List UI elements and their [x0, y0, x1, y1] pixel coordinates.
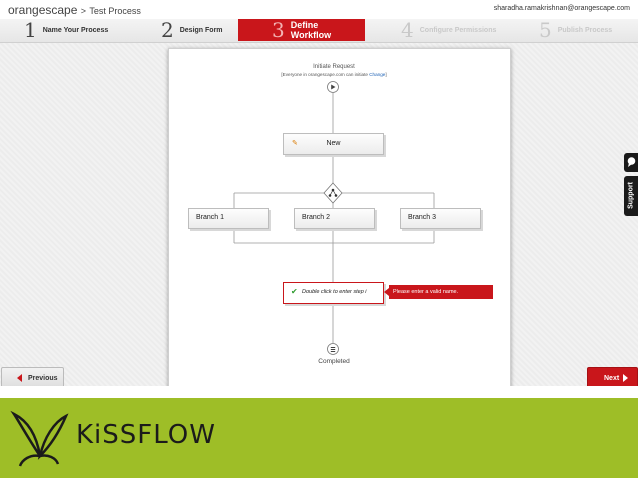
footer-divider	[0, 386, 638, 398]
kissflow-logo: KiSSFLOW	[76, 420, 216, 450]
previous-button-label: Previous	[28, 375, 58, 382]
branch-node-1[interactable]: Branch 1	[188, 208, 269, 229]
task-node-new[interactable]: ✎ New	[283, 133, 384, 155]
start-node-icon[interactable]	[327, 81, 339, 93]
next-button-label: Next	[604, 375, 620, 382]
check-icon: ✔	[291, 287, 298, 296]
completed-label: Completed	[318, 358, 350, 365]
support-label: Support	[627, 182, 635, 209]
initiate-permission-text: [Everyone in orangescape.com can initiat…	[281, 72, 368, 77]
end-node-icon[interactable]	[327, 343, 339, 355]
initiate-request-permission: [Everyone in orangescape.com can initiat…	[168, 72, 500, 77]
branch-node-3[interactable]: Branch 3	[400, 208, 481, 229]
chat-icon[interactable]	[624, 153, 638, 172]
butterfly-logo-icon	[10, 410, 69, 467]
task-node-label: New	[326, 140, 341, 147]
error-tooltip: Please enter a valid name.	[384, 285, 493, 299]
pending-step-label: Double click to enter step i	[302, 289, 367, 295]
pending-step-node[interactable]: ✔ Double click to enter step i	[283, 282, 384, 304]
chat-bubble-icon	[627, 157, 636, 167]
initiate-permission-close: ]	[385, 72, 387, 77]
branch-label: Branch 2	[302, 214, 331, 221]
change-link[interactable]: Change	[369, 72, 385, 77]
branch-label: Branch 3	[408, 214, 437, 221]
arrow-left-icon	[17, 374, 22, 382]
branch-split-icon[interactable]	[323, 182, 343, 204]
branch-label: Branch 1	[196, 214, 225, 221]
support-tab[interactable]: Support	[624, 176, 638, 216]
branch-node-2[interactable]: Branch 2	[294, 208, 375, 229]
arrow-right-icon	[623, 374, 628, 382]
footer-banner: KiSSFLOW	[0, 386, 638, 478]
initiate-request-title: Initiate Request	[313, 64, 355, 70]
